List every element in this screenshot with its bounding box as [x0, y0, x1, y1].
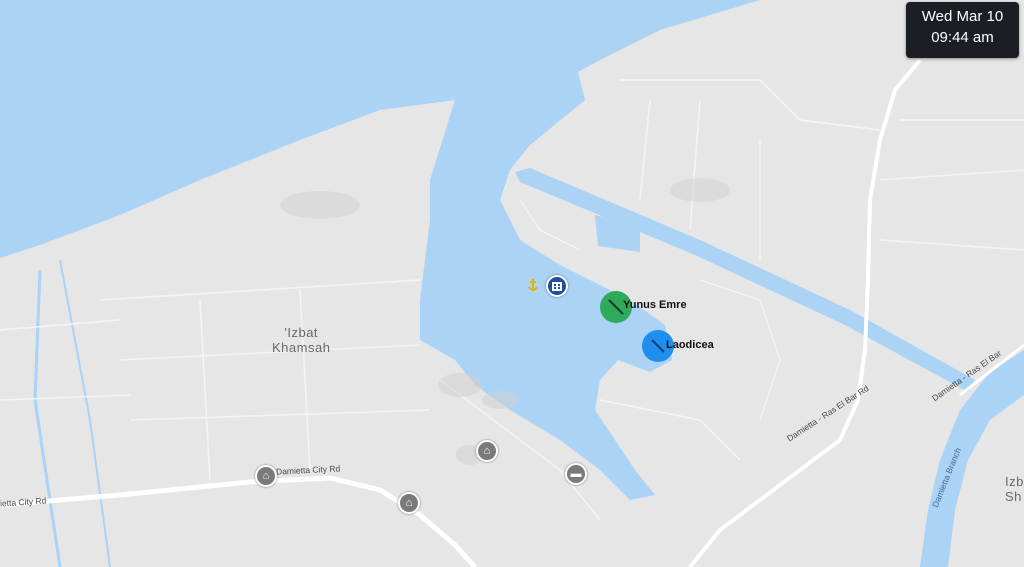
- basket-icon[interactable]: ⌂: [398, 492, 420, 514]
- basket-icon[interactable]: ⌂: [476, 440, 498, 462]
- road-city: [0, 475, 477, 567]
- town-label-line-1: 'Izbat: [284, 325, 319, 340]
- time-label: 09:44 am: [931, 29, 994, 46]
- date-label: Wed Mar 10: [921, 8, 1004, 25]
- map-base: [0, 0, 1024, 567]
- date-time-display: Wed Mar 10 09:44 am: [906, 2, 1019, 58]
- anchor-icon[interactable]: [526, 278, 540, 292]
- town-label: 'Izbat Khamsah: [272, 325, 330, 355]
- town-label-line-2: Khamsah: [272, 340, 331, 355]
- port-building-icon[interactable]: [546, 275, 568, 297]
- truck-icon[interactable]: ▬: [565, 463, 587, 485]
- edge-town-label-line-1: Izb: [1005, 474, 1024, 489]
- vessel-label-yunus-emre: Yunus Emre: [623, 299, 687, 311]
- edge-town-label: Izb Sh: [1005, 474, 1024, 504]
- vessel-label-laodicea: Laodicea: [666, 339, 714, 351]
- edge-town-label-line-2: Sh: [1005, 489, 1022, 504]
- road-ras-el-bar: [688, 58, 922, 567]
- basket-icon[interactable]: ⌂: [255, 465, 277, 487]
- map-canvas[interactable]: Wed Mar 10 09:44 am 'Izbat Khamsah Izb S…: [0, 0, 1024, 567]
